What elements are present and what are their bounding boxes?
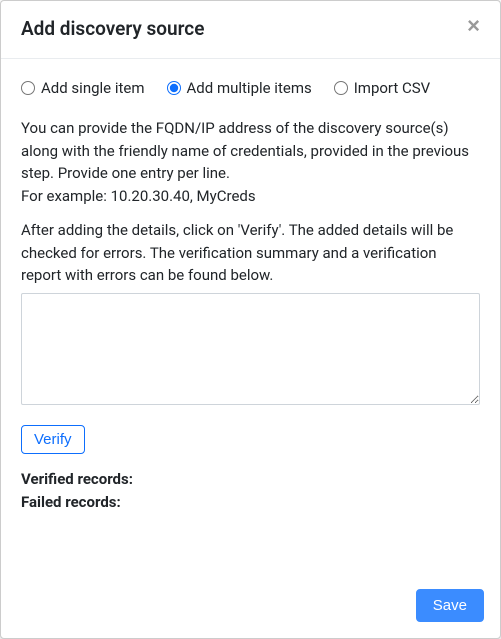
radio-add-multiple-items[interactable]: Add multiple items — [167, 77, 312, 100]
radio-import-csv[interactable]: Import CSV — [334, 77, 431, 100]
verified-records-label: Verified records: — [21, 468, 480, 491]
save-button[interactable]: Save — [416, 589, 484, 622]
instructions-para2: After adding the details, click on 'Veri… — [21, 219, 480, 287]
modal-title: Add discovery source — [21, 15, 204, 44]
instructions-para1: You can provide the FQDN/IP address of t… — [21, 117, 480, 185]
instructions-example: For example: 10.20.30.40, MyCreds — [21, 185, 480, 208]
radio-add-single-item[interactable]: Add single item — [21, 77, 145, 100]
modal-body: Add single item Add multiple items Impor… — [1, 59, 500, 578]
instructions-block-2: After adding the details, click on 'Veri… — [21, 219, 480, 287]
radio-input-multiple[interactable] — [167, 81, 181, 95]
radio-label-multiple: Add multiple items — [187, 77, 312, 100]
modal-header: Add discovery source × — [1, 1, 500, 59]
close-icon[interactable]: × — [463, 15, 484, 37]
modal-footer: Save — [1, 577, 500, 638]
verify-button[interactable]: Verify — [21, 425, 85, 454]
radio-input-single[interactable] — [21, 81, 35, 95]
failed-records-label: Failed records: — [21, 491, 480, 514]
instructions-block-1: You can provide the FQDN/IP address of t… — [21, 117, 480, 207]
radio-label-single: Add single item — [41, 77, 145, 100]
radio-label-import: Import CSV — [354, 77, 431, 100]
add-discovery-source-modal: Add discovery source × Add single item A… — [0, 0, 501, 639]
radio-input-import-csv[interactable] — [334, 81, 348, 95]
entries-textarea[interactable] — [21, 293, 480, 405]
mode-radio-group: Add single item Add multiple items Impor… — [21, 77, 480, 100]
